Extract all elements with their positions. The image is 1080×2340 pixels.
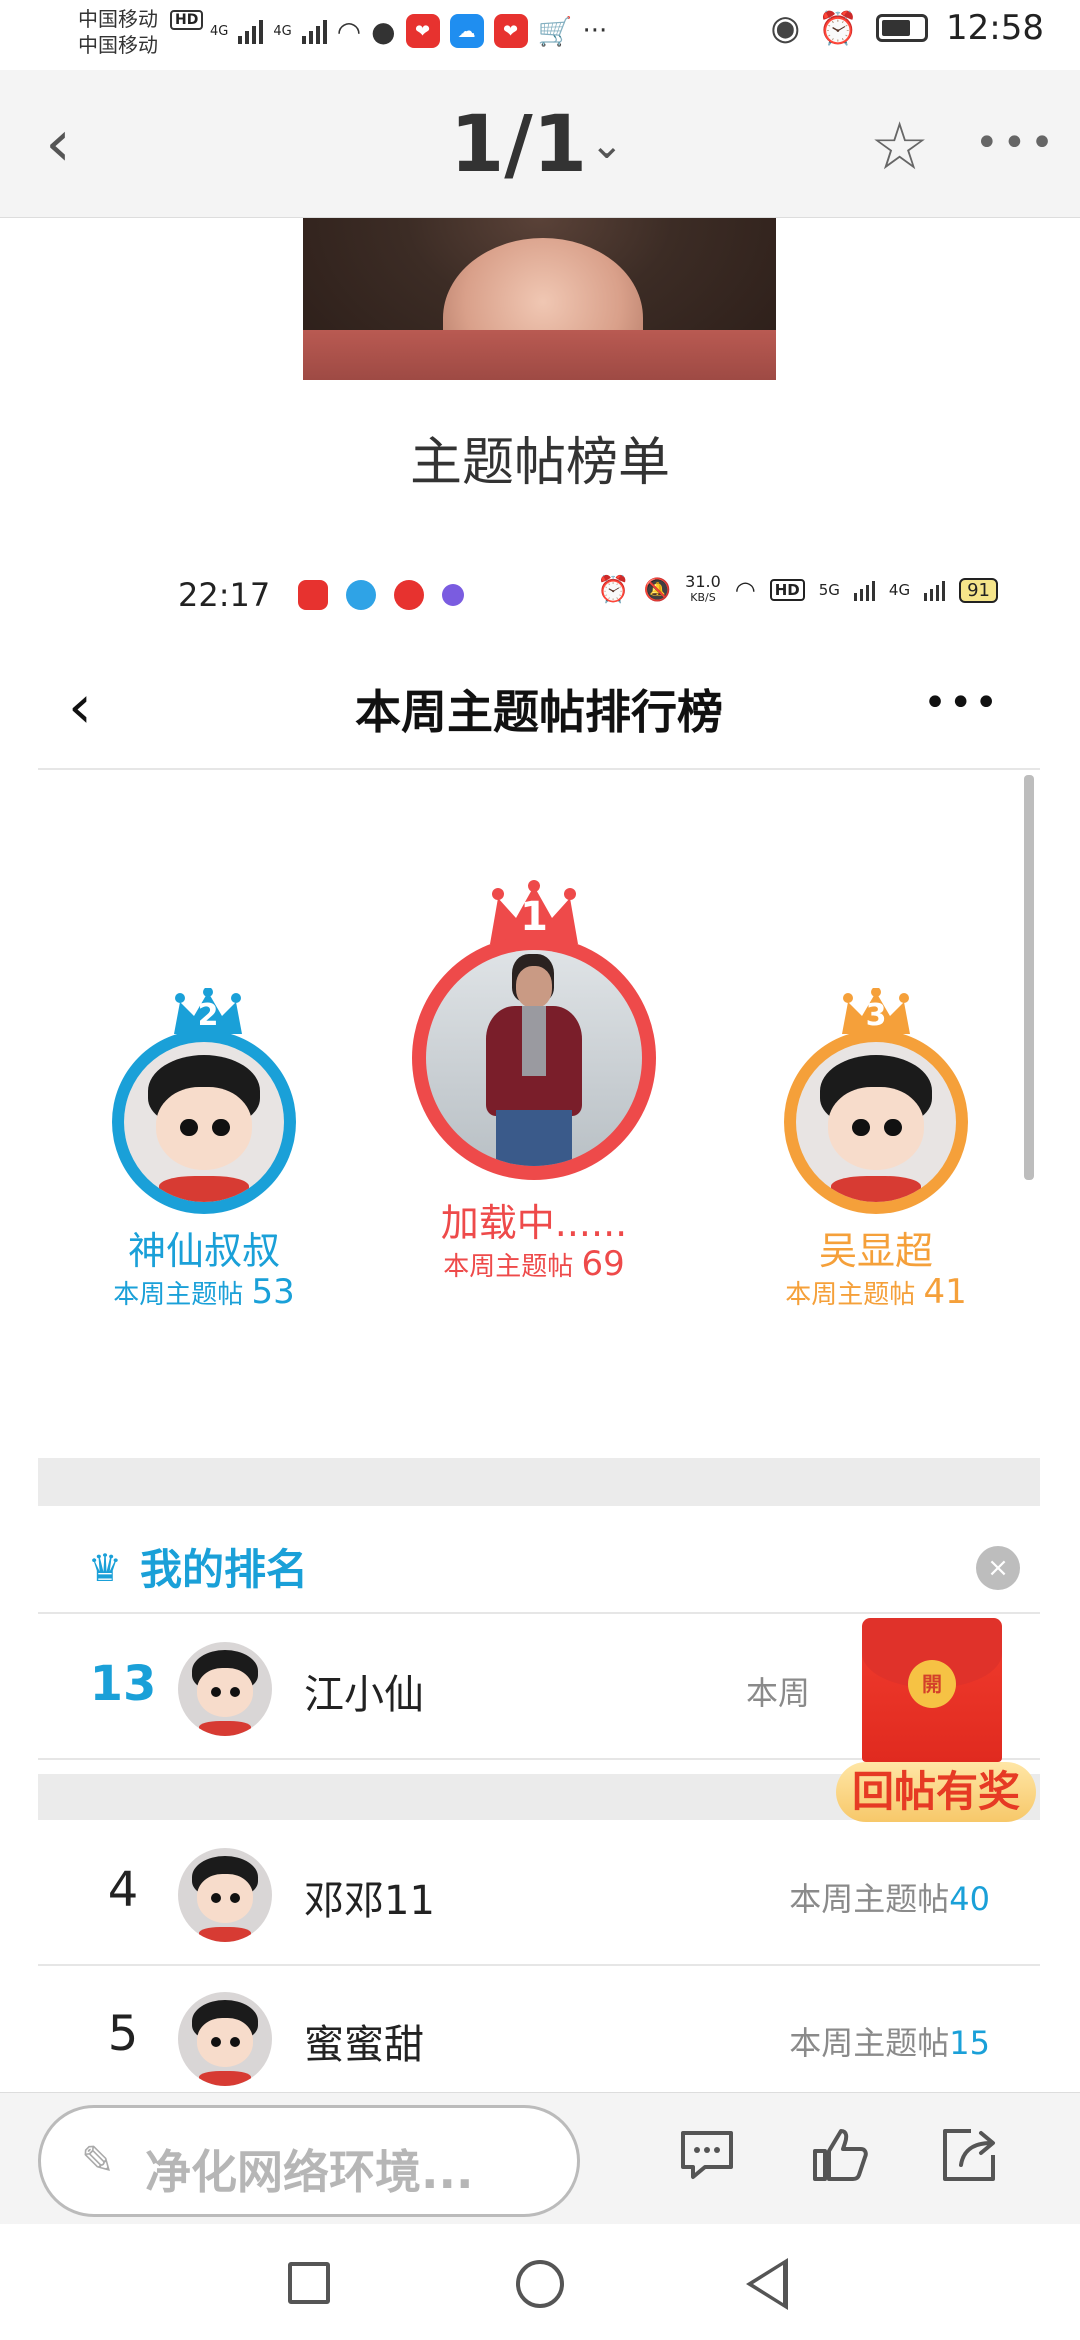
my-rank-score: 本周: [745, 1674, 810, 1712]
page-indicator[interactable]: 1/1: [450, 100, 587, 190]
cart-icon: 🛒: [537, 14, 573, 48]
crown-icon: ♛: [88, 1546, 123, 1590]
carrier-labels: 中国移动 中国移动: [78, 6, 158, 58]
podium-name-second: 神仙叔叔: [127, 1229, 280, 1273]
eye-icon: ◉: [770, 8, 801, 48]
podium-rank-third: 3: [865, 998, 887, 1033]
status-time: 12:58: [946, 8, 1044, 48]
home-icon[interactable]: [516, 2260, 564, 2308]
carrier-1: 中国移动: [78, 7, 158, 31]
my-rank-header: ♛ 我的排名 ×: [38, 1506, 1040, 1614]
inner-status-right: ⏰ 🔕 31.0 KB/S ◠ HD 5G 4G 91: [597, 574, 998, 606]
podium-rank-first: 1: [520, 894, 548, 940]
battery-icon: [876, 14, 929, 42]
message-bubble-icon: ●: [371, 14, 396, 48]
chevron-left-icon[interactable]: ‹: [28, 112, 88, 176]
inner-status-time: 22:17: [178, 576, 271, 614]
pen-icon: ✎: [81, 2138, 115, 2184]
alarm-icon: ⏰: [818, 9, 859, 47]
comment-input[interactable]: ✎ 净化网络环境...: [38, 2105, 580, 2217]
ranking-nav: ‹ 本周主题帖排行榜 •••: [38, 650, 1040, 770]
podium-score-first: 本周主题帖 69: [443, 1244, 625, 1284]
red-packet-button[interactable]: 開: [862, 1618, 1002, 1762]
carrier-2: 中国移动: [78, 33, 158, 57]
avatar: [178, 1642, 272, 1736]
thumbs-up-icon[interactable]: [804, 2123, 874, 2193]
inner-status-bar: 22:17 ⏰ 🔕 31.0 KB/S ◠ HD 5G 4G 91: [178, 570, 998, 620]
app-icon-red: [298, 580, 329, 610]
more-dots-icon[interactable]: •••: [923, 680, 1000, 726]
comment-icon[interactable]: [672, 2123, 742, 2193]
rank-score: 本周主题帖40: [789, 1880, 990, 1918]
app-icon-weather: ☁: [449, 14, 484, 48]
network-label-1: 4G: [210, 23, 229, 39]
battery-indicator: 91: [959, 577, 998, 603]
hd-badge: HD: [170, 10, 204, 30]
network-speed: 31.0 KB/S: [685, 572, 721, 605]
network-5g-label: 5G: [818, 581, 840, 599]
scrollbar[interactable]: [1024, 775, 1034, 1180]
podium-name-third: 吴显超: [818, 1229, 933, 1273]
chevron-down-icon[interactable]: ⌄: [590, 122, 624, 168]
podium-score-second: 本周主题帖 53: [113, 1272, 295, 1312]
mute-icon: 🔕: [643, 577, 672, 603]
signal-icon-1: [238, 18, 264, 44]
post-photo[interactable]: [303, 218, 776, 380]
system-nav-bar: [0, 2224, 1080, 2340]
rank-number: 5: [107, 2006, 139, 2062]
recent-apps-icon[interactable]: [288, 2262, 330, 2304]
red-packet-label[interactable]: 回帖有奖: [836, 1762, 1036, 1822]
network-label-2: 4G: [273, 23, 292, 39]
share-icon[interactable]: [934, 2123, 1004, 2193]
status-icons: 4G 4G ◠ ● ❤ ☁ ❤ 🛒 ···: [210, 14, 607, 48]
app-icon-blue: [346, 580, 377, 610]
my-rank-title: 我的排名: [140, 1545, 309, 1594]
red-packet-coin: 開: [908, 1660, 956, 1708]
ranking-title: 本周主题帖排行榜: [355, 685, 723, 739]
signal-icon-5g: [853, 579, 875, 601]
avatar: [796, 1042, 956, 1202]
wifi-icon: ◠: [734, 576, 756, 604]
table-row[interactable]: 5 蜜蜜甜 本周主题帖15: [38, 1966, 1040, 2110]
close-icon[interactable]: ×: [976, 1546, 1020, 1590]
app-icon-purple: [442, 584, 465, 606]
comment-bar: ✎ 净化网络环境...: [0, 2092, 1080, 2224]
back-icon[interactable]: [746, 2258, 788, 2310]
podium-name-first: 加载中......: [440, 1201, 628, 1245]
top-nav: ‹ 1/1 ⌄ ☆ •••: [0, 70, 1080, 218]
app-icon-play: [394, 580, 425, 610]
avatar-photo: [426, 950, 642, 1166]
more-dots-icon[interactable]: •••: [975, 120, 1058, 166]
avatar: [178, 1848, 272, 1942]
app-icon-gift-1: ❤: [405, 14, 440, 48]
my-rank-name: 江小仙: [304, 1672, 424, 1718]
alarm-icon: ⏰: [597, 575, 630, 605]
avatar: [178, 1992, 272, 2086]
status-right: ◉ ⏰ 12:58: [771, 8, 1045, 48]
rank-name: 蜜蜜甜: [304, 2022, 424, 2068]
podium-score-third: 本周主题帖 41: [785, 1272, 967, 1312]
rank-name: 邓邓11: [304, 1878, 435, 1924]
avatar: [124, 1042, 284, 1202]
post-section-title: 主题帖榜单: [409, 433, 670, 493]
network-4g-label: 4G: [888, 581, 911, 599]
section-divider: [38, 1458, 1040, 1506]
table-row[interactable]: 4 邓邓11 本周主题帖40: [38, 1822, 1040, 1966]
app-icon-gift-2: ❤: [493, 14, 528, 48]
podium-rank-second: 2: [197, 998, 219, 1033]
star-icon[interactable]: ☆: [870, 108, 929, 185]
rank-score: 本周主题帖15: [789, 2024, 990, 2062]
signal-icon-2: [301, 18, 327, 44]
comment-placeholder: 净化网络环境...: [145, 2145, 474, 2199]
hd-badge: HD: [769, 579, 805, 601]
my-rank-number: 13: [89, 1656, 157, 1712]
more-notifications: ···: [582, 16, 608, 46]
signal-icon-4g: [924, 579, 946, 601]
rank-number: 4: [107, 1862, 139, 1918]
wifi-icon: ◠: [336, 14, 362, 48]
status-bar: 中国移动 中国移动 HD 4G 4G ◠ ● ❤ ☁ ❤ 🛒 ··· ◉ ⏰ 1…: [0, 0, 1080, 70]
